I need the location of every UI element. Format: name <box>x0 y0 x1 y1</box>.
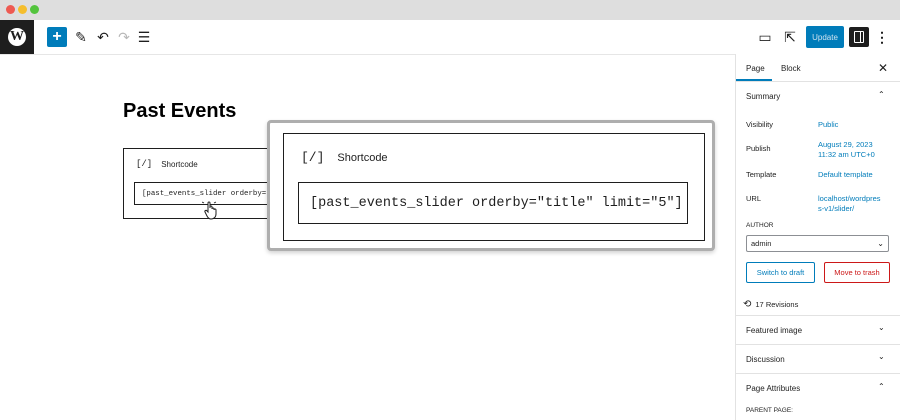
page-attributes-panel: Page Attributes ⌃ PARENT PAGE: <box>736 374 900 420</box>
page-title[interactable]: Past Events <box>123 100 236 123</box>
publish-time: 11:32 am UTC+0 <box>818 150 875 159</box>
plus-icon: + <box>52 27 62 45</box>
maximize-window-dot[interactable] <box>30 5 39 14</box>
shortcode-icon: [/] <box>136 159 153 169</box>
revisions-label: 17 Revisions <box>755 300 799 309</box>
zoomed-shortcode-callout: [/] Shortcode [past_events_slider orderb… <box>267 120 715 251</box>
visibility-label: Visibility <box>746 120 773 129</box>
chevron-up-icon[interactable]: ⌃ <box>878 382 885 391</box>
settings-panel-button[interactable] <box>849 27 869 47</box>
redo-icon[interactable]: ↷ <box>114 27 134 47</box>
url-label: URL <box>746 194 762 203</box>
shortcode-icon: [/] <box>301 150 325 165</box>
template-label: Template <box>746 170 777 179</box>
browser-titlebar <box>0 0 900 20</box>
settings-sidebar: Page Block ✕ Summary ⌃ Visibility Public… <box>735 54 900 420</box>
zoomed-shortcode-input: [past_events_slider orderby="title" limi… <box>298 182 688 224</box>
shortcode-block-label: Shortcode <box>161 159 198 169</box>
editor-toolbar: W + ✎ ↶ ↷ ☰ ▭ ⇱ Update ⋮ <box>0 20 900 55</box>
close-icon[interactable]: ✕ <box>878 61 888 75</box>
chevron-up-icon[interactable]: ⌃ <box>878 90 885 99</box>
chevron-down-icon: ⌄ <box>878 323 885 332</box>
zoomed-shortcode-header: [/] Shortcode <box>301 150 388 165</box>
external-link-icon[interactable]: ⇱ <box>780 27 800 47</box>
publish-label: Publish <box>746 144 771 153</box>
author-select[interactable]: admin ⌄ <box>746 235 889 252</box>
switch-to-draft-button[interactable]: Switch to draft <box>746 262 815 283</box>
visibility-value[interactable]: Public <box>818 120 838 130</box>
featured-image-panel[interactable]: Featured image ⌄ <box>736 316 900 345</box>
url-line-2: s-v1/slider/ <box>818 204 855 213</box>
active-tab-indicator <box>736 79 772 81</box>
clock-icon: ⟲ <box>743 299 752 310</box>
chevron-down-icon: ⌄ <box>877 239 884 248</box>
wordpress-logo-icon[interactable]: W <box>0 20 34 54</box>
preview-icon[interactable]: ▭ <box>755 27 775 47</box>
shortcode-block-header: [/] Shortcode <box>136 159 198 169</box>
zoomed-shortcode-block: [/] Shortcode [past_events_slider orderb… <box>283 133 705 241</box>
author-label: AUTHOR <box>746 222 774 229</box>
add-block-button[interactable]: + <box>47 27 67 47</box>
edit-pen-icon[interactable]: ✎ <box>71 27 91 47</box>
tab-page[interactable]: Page <box>746 64 765 73</box>
move-to-trash-button[interactable]: Move to trash <box>824 262 890 283</box>
url-value[interactable]: localhost/wordpres s-v1/slider/ <box>818 194 881 214</box>
wordpress-logo-glyph: W <box>8 28 26 46</box>
summary-title[interactable]: Summary <box>746 92 780 101</box>
featured-image-title: Featured image <box>746 326 803 335</box>
close-window-dot[interactable] <box>6 5 15 14</box>
publish-date: August 29, 2023 <box>818 140 873 149</box>
sidebar-toggle-icon <box>854 31 864 43</box>
discussion-title: Discussion <box>746 355 785 364</box>
zoomed-shortcode-label: Shortcode <box>337 151 388 164</box>
hand-pointer-cursor-icon <box>202 201 217 220</box>
publish-value[interactable]: August 29, 2023 11:32 am UTC+0 <box>818 140 875 160</box>
revisions-link[interactable]: ⟲ 17 Revisions <box>743 299 798 310</box>
sidebar-tabs: Page Block ✕ <box>736 54 900 82</box>
parent-page-label: PARENT PAGE: <box>746 407 793 414</box>
more-options-icon[interactable]: ⋮ <box>872 27 892 47</box>
update-button[interactable]: Update <box>806 26 844 48</box>
minimize-window-dot[interactable] <box>18 5 27 14</box>
summary-panel: Summary ⌃ Visibility Public Publish Augu… <box>736 82 900 316</box>
author-value: admin <box>751 239 772 248</box>
url-line-1: localhost/wordpres <box>818 194 881 203</box>
tab-block[interactable]: Block <box>781 64 801 73</box>
discussion-panel[interactable]: Discussion ⌄ <box>736 345 900 374</box>
page-attributes-title[interactable]: Page Attributes <box>746 384 800 393</box>
list-view-icon[interactable]: ☰ <box>134 27 154 47</box>
chevron-down-icon: ⌄ <box>878 352 885 361</box>
template-value[interactable]: Default template <box>818 170 873 180</box>
undo-icon[interactable]: ↶ <box>93 27 113 47</box>
